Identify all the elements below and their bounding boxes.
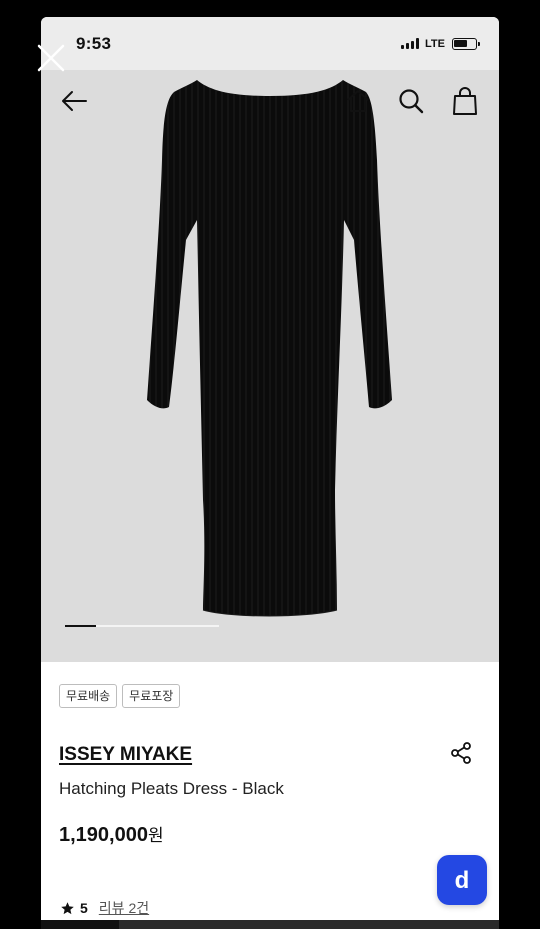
share-button[interactable] <box>445 738 477 768</box>
share-icon <box>451 742 471 764</box>
close-button[interactable] <box>33 40 69 76</box>
close-icon <box>37 44 65 72</box>
gallery-progress-fill <box>65 625 96 627</box>
product-info: 무료배송 무료포장 ISSEY MIYAKE Hatching Pleats D… <box>41 662 499 920</box>
tag-list: 무료배송 무료포장 <box>59 684 181 708</box>
back-button[interactable] <box>55 86 93 116</box>
reviews-link[interactable]: 리뷰 2건 <box>99 898 149 918</box>
search-icon <box>399 89 424 114</box>
search-button[interactable] <box>393 84 429 118</box>
status-time: 9:53 <box>76 33 112 53</box>
d-floating-button[interactable]: d <box>437 855 487 905</box>
shopping-bag-icon <box>453 87 477 115</box>
star-icon <box>61 901 74 914</box>
battery-icon <box>452 37 480 50</box>
rating-summary: 5 리뷰 2건 <box>60 898 149 918</box>
tag-free-wrapping: 무료포장 <box>122 684 181 708</box>
status-bar: 9:53 LTE <box>41 17 499 70</box>
product-price: 1,190,000원 <box>59 821 164 847</box>
product-image-gallery[interactable] <box>41 70 499 662</box>
product-image <box>147 80 392 617</box>
app-frame: 9:53 LTE 무료배송 무료포장 ISSEY MIYAKE Hatching… <box>41 17 499 920</box>
back-arrow-icon <box>62 91 87 111</box>
product-name: Hatching Pleats Dress - Black <box>59 779 284 798</box>
price-number: 1,190,000 <box>59 824 148 846</box>
home-button[interactable] <box>341 84 375 118</box>
price-unit: 원 <box>147 826 164 845</box>
network-label: LTE <box>425 37 445 50</box>
status-indicators: LTE <box>401 37 480 50</box>
gallery-progress-bar <box>65 625 219 627</box>
svg-text:d: d <box>455 867 470 893</box>
rating-value: 5 <box>80 900 88 916</box>
d-logo-icon: d <box>455 867 470 893</box>
bottom-bar <box>41 920 499 929</box>
tag-free-shipping: 무료배송 <box>59 684 118 708</box>
signal-icon <box>401 38 420 49</box>
cart-button[interactable] <box>447 84 483 118</box>
home-icon <box>347 90 369 112</box>
brand-link[interactable]: ISSEY MIYAKE <box>59 744 192 766</box>
